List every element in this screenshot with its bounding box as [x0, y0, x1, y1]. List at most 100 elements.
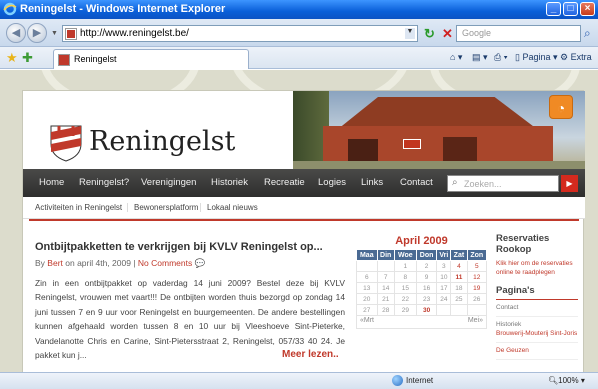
calendar-day-header: Woe — [393, 249, 417, 261]
menu-item-verenigingen[interactable]: Verenigingen — [141, 177, 196, 188]
site-search-button[interactable]: ▶ — [561, 175, 578, 192]
page-link-historiek[interactable]: Historiek — [496, 317, 578, 330]
calendar-day[interactable]: 1 — [393, 260, 417, 272]
feeds-icon[interactable]: ▤ ▾ — [472, 52, 488, 63]
sub-menu: Activiteiten in Reningelst Bewonersplatf… — [23, 197, 585, 219]
calendar-day[interactable]: 7 — [376, 271, 395, 283]
tools-menu[interactable]: ⚙ Extra — [560, 52, 592, 63]
site-title[interactable]: Reningelst — [89, 126, 235, 157]
post-title[interactable]: Ontbijtpakketten te verkrijgen bij KVLV … — [35, 241, 323, 253]
calendar-day[interactable]: 13 — [356, 282, 378, 294]
calendar-day — [450, 304, 468, 316]
calendar-day[interactable]: 26 — [466, 293, 487, 305]
refresh-icon[interactable]: ↻ — [422, 26, 437, 41]
calendar-day[interactable]: 19 — [466, 282, 487, 294]
calendar-day[interactable]: 22 — [393, 293, 417, 305]
menu-item-historiek[interactable]: Historiek — [211, 177, 248, 188]
post-author-link[interactable]: Bert — [47, 258, 63, 268]
calendar-next-link[interactable]: Mei» — [468, 317, 483, 324]
read-more-link[interactable]: Meer lezen.. — [282, 349, 339, 360]
calendar-day[interactable]: 23 — [415, 293, 438, 305]
reservaties-link[interactable]: Klik hier om de reservaties online te ra… — [496, 259, 578, 277]
print-icon[interactable]: ⎙ ▾ — [494, 52, 507, 63]
calendar-day[interactable]: 9 — [415, 271, 438, 283]
menu-item-recreatie[interactable]: Recreatie — [264, 177, 305, 188]
tools-menu-label: Extra — [570, 52, 592, 62]
calendar-day-header: Zon — [466, 249, 487, 261]
menu-item-home[interactable]: Home — [39, 177, 64, 188]
site-container: Reningelst ◔ Home Reningelst? Vereniging… — [22, 90, 585, 372]
back-button[interactable]: ◀ — [6, 23, 26, 43]
calendar-day[interactable]: 4 — [450, 260, 468, 272]
stop-icon[interactable]: ✕ — [440, 26, 455, 41]
forward-arrow-icon: ▶ — [32, 27, 42, 39]
calendar-day[interactable]: 2 — [415, 260, 438, 272]
calendar-day[interactable]: 15 — [393, 282, 417, 294]
favorites-star-icon[interactable]: ★ — [6, 50, 18, 66]
globe-icon — [392, 375, 403, 386]
post-meta-by: By — [35, 258, 45, 268]
browser-tab[interactable]: Reningelst — [53, 49, 249, 69]
rss-feed-icon[interactable]: ◔ — [549, 95, 573, 119]
address-dropdown-icon[interactable]: ▼ — [405, 28, 415, 39]
site-search-placeholder: Zoeken... — [464, 179, 502, 189]
menu-item-reningelst[interactable]: Reningelst? — [79, 177, 129, 188]
submenu-item-bewonersplatform[interactable]: Bewonersplatform — [127, 203, 204, 212]
calendar-day[interactable]: 3 — [436, 260, 452, 272]
coat-of-arms-logo-icon[interactable] — [49, 124, 83, 162]
calendar-day[interactable]: 14 — [376, 282, 395, 294]
calendar-day[interactable]: 25 — [450, 293, 468, 305]
calendar-day[interactable]: 20 — [356, 293, 378, 305]
calendar-day[interactable]: 30 — [415, 304, 438, 316]
arrow-right-icon: ▶ — [566, 179, 573, 188]
security-zone: Internet — [406, 376, 434, 385]
calendar-day[interactable]: 17 — [436, 282, 452, 294]
calendar-day[interactable]: 18 — [450, 282, 468, 294]
address-url[interactable]: http://www.reningelst.be/ — [80, 28, 189, 39]
browser-search-input[interactable]: Google — [456, 25, 581, 42]
page-link-contact[interactable]: Contact — [496, 300, 578, 317]
navigation-bar: ◀ ▶ ▼ http://www.reningelst.be/ ▼ ↻ ✕ Go… — [0, 19, 598, 47]
calendar-day[interactable]: 29 — [393, 304, 417, 316]
forward-button[interactable]: ▶ — [27, 23, 47, 43]
search-go-icon[interactable]: ⌕ — [584, 26, 591, 41]
page-link-brouwerij[interactable]: Brouwerij-Mouterij Sint-Joris — [496, 330, 578, 343]
recent-pages-dropdown[interactable]: ▼ — [51, 30, 58, 37]
calendar-prev-link[interactable]: «Mrt — [360, 317, 374, 324]
home-icon[interactable]: ⌂ ▾ — [450, 52, 462, 63]
calendar-day[interactable]: 28 — [376, 304, 395, 316]
favorites-bar: ★ ✚ Reningelst ⌂ ▾ ▤ ▾ ⎙ ▾ ▯ Pagina ▾ ⚙ … — [0, 47, 598, 69]
page-menu[interactable]: ▯ Pagina ▾ — [515, 52, 558, 63]
calendar-day-header: Don — [415, 249, 438, 261]
calendar-day[interactable]: 27 — [356, 304, 378, 316]
submenu-item-activiteiten[interactable]: Activiteiten in Reningelst — [29, 203, 128, 212]
zoom-icon: 🔍︎ — [548, 376, 559, 385]
zoom-level[interactable]: 🔍︎100% ▾ — [548, 376, 585, 385]
minimize-button[interactable]: _ — [546, 2, 561, 16]
post-date: on april 4th, 2009 | — [65, 258, 136, 268]
menu-item-links[interactable]: Links — [361, 177, 383, 188]
calendar-day[interactable]: 16 — [415, 282, 438, 294]
post-comments-link[interactable]: No Comments — [138, 258, 192, 268]
close-button[interactable]: × — [580, 2, 595, 16]
page-link-de-geuzen[interactable]: De Geuzen — [496, 343, 578, 360]
maximize-button[interactable]: □ — [563, 2, 578, 16]
main-menu: Home Reningelst? Verenigingen Historiek … — [23, 169, 585, 197]
calendar-day[interactable]: 12 — [466, 271, 487, 283]
add-favorites-icon[interactable]: ✚ — [22, 50, 33, 66]
calendar-day[interactable]: 11 — [450, 271, 468, 283]
address-bar[interactable]: http://www.reningelst.be/ ▼ — [62, 25, 418, 42]
calendar-day[interactable]: 6 — [356, 271, 378, 283]
calendar-day[interactable]: 24 — [436, 293, 452, 305]
calendar-day — [466, 304, 487, 316]
calendar-day[interactable]: 8 — [393, 271, 417, 283]
menu-item-contact[interactable]: Contact — [400, 177, 433, 188]
menu-item-logies[interactable]: Logies — [318, 177, 346, 188]
site-search-input[interactable]: ⌕ Zoeken... — [447, 175, 559, 192]
submenu-item-lokaal-nieuws[interactable]: Lokaal nieuws — [200, 203, 264, 212]
browser-search-placeholder: Google — [462, 28, 492, 38]
calendar-day[interactable]: 5 — [466, 260, 487, 272]
calendar-day[interactable]: 10 — [436, 271, 452, 283]
calendar-day[interactable]: 21 — [376, 293, 395, 305]
back-arrow-icon: ◀ — [11, 27, 21, 39]
